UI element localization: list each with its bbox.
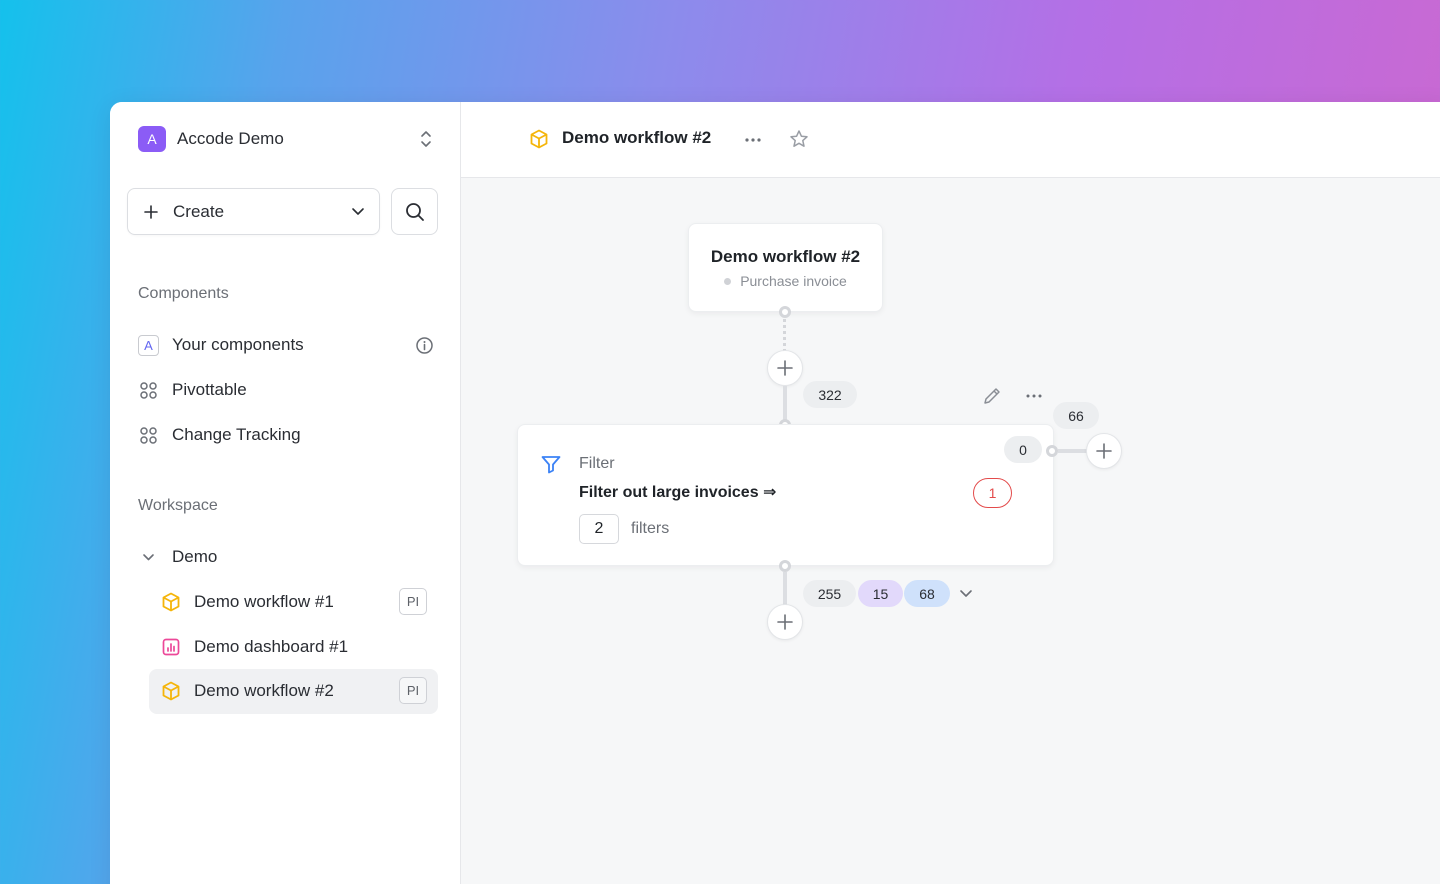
output-count-badge: 15 [858, 580, 903, 607]
node-type-label: Filter [579, 455, 615, 472]
node-title: Filter out large invoices ⇒ [579, 484, 777, 501]
component-a-icon: A [138, 334, 159, 356]
output-count-badge: 68 [904, 580, 950, 607]
sidebar-item-label: Change Tracking [172, 425, 301, 444]
add-side-step-button[interactable] [1086, 433, 1122, 469]
filter-node[interactable]: Filter Filter out large invoices ⇒ 2 fil… [517, 424, 1054, 566]
add-step-button[interactable] [767, 350, 803, 386]
filter-count-unit: filters [631, 520, 670, 537]
sidebar-item-demo-workflow-2[interactable]: Demo workflow #2 PI [160, 673, 438, 709]
search-icon [405, 202, 424, 221]
workspace-logo: A [138, 126, 166, 152]
workflow-cube-icon [530, 129, 548, 149]
workspace-switcher[interactable]: A Accode Demo [138, 126, 434, 152]
main-area: Demo workflow #2 Demo workflow #2 Purcha… [461, 102, 1440, 884]
sidebar-item-your-components[interactable]: A Your components [138, 327, 434, 363]
sidebar-folder-demo[interactable]: Demo [138, 539, 434, 575]
page-title: Demo workflow #2 [562, 128, 712, 147]
chevron-down-icon[interactable] [957, 584, 975, 602]
search-button[interactable] [391, 188, 438, 235]
more-options-icon[interactable] [1023, 385, 1045, 407]
edit-pencil-icon[interactable] [981, 385, 1003, 407]
create-button[interactable]: Create [127, 188, 380, 235]
start-node-subtitle: Purchase invoice [689, 273, 882, 289]
workflow-cube-icon [162, 681, 180, 701]
error-count-badge[interactable]: 1 [973, 478, 1012, 508]
grid-icon [140, 381, 157, 399]
grid-icon [140, 426, 157, 444]
incoming-count-badge: 322 [803, 381, 857, 408]
side-output-port[interactable] [1046, 445, 1058, 457]
sidebar-item-change-tracking[interactable]: Change Tracking [138, 417, 434, 453]
chevron-up-down-icon [421, 131, 431, 147]
sidebar-item-demo-workflow-1[interactable]: Demo workflow #1 PI [160, 584, 438, 620]
sidebar-item-label: Your components [172, 335, 304, 354]
sidebar-item-label: Demo dashboard #1 [194, 637, 349, 656]
item-tag-badge: PI [399, 677, 427, 704]
sidebar-item-pivottable[interactable]: Pivottable [138, 372, 434, 408]
sidebar-item-demo-dashboard-1[interactable]: Demo dashboard #1 [160, 629, 438, 665]
side-branch-top-count-badge: 66 [1053, 402, 1099, 429]
output-port[interactable] [779, 306, 791, 318]
filter-funnel-icon [541, 456, 561, 474]
plus-icon [1096, 443, 1112, 459]
workflow-cube-icon [162, 592, 180, 612]
item-tag-badge: PI [399, 588, 427, 615]
start-node[interactable]: Demo workflow #2 Purchase invoice [688, 223, 883, 312]
connector-line [783, 386, 787, 420]
status-dot [724, 277, 732, 285]
sidebar-item-label: Demo workflow #2 [194, 681, 334, 700]
sidebar: A Accode Demo Create Components A Your c… [110, 102, 461, 884]
start-node-title: Demo workflow #2 [710, 247, 861, 266]
connector-line [783, 572, 787, 607]
sidebar-item-label: Pivottable [172, 380, 247, 399]
sidebar-folder-label: Demo [172, 547, 218, 566]
sidebar-item-label: Demo workflow #1 [194, 592, 334, 611]
app-window: A Accode Demo Create Components A Your c… [110, 102, 1440, 884]
chevron-down-icon [143, 553, 154, 560]
bottom-output-port[interactable] [779, 560, 791, 572]
plus-icon [144, 204, 158, 219]
chevron-down-icon [352, 208, 364, 215]
output-count-badge: 255 [803, 580, 856, 607]
dashboard-chart-icon [162, 638, 180, 656]
filter-count-badge: 2 [579, 514, 619, 544]
side-branch-count-badge: 0 [1004, 436, 1042, 463]
info-icon[interactable] [415, 336, 434, 355]
workspace-name: Accode Demo [177, 129, 284, 148]
workspace-section-title: Workspace [138, 497, 218, 514]
components-section-title: Components [138, 285, 229, 302]
more-options-icon[interactable] [742, 129, 764, 151]
create-button-label: Create [173, 201, 225, 221]
plus-icon [777, 614, 793, 630]
header-bar: Demo workflow #2 [461, 102, 1440, 178]
connector-dashed [783, 319, 786, 352]
star-icon[interactable] [788, 128, 810, 150]
plus-icon [777, 360, 793, 376]
side-connector-line [1058, 449, 1087, 453]
add-step-button[interactable] [767, 604, 803, 640]
start-node-subtitle-text: Purchase invoice [740, 273, 847, 289]
